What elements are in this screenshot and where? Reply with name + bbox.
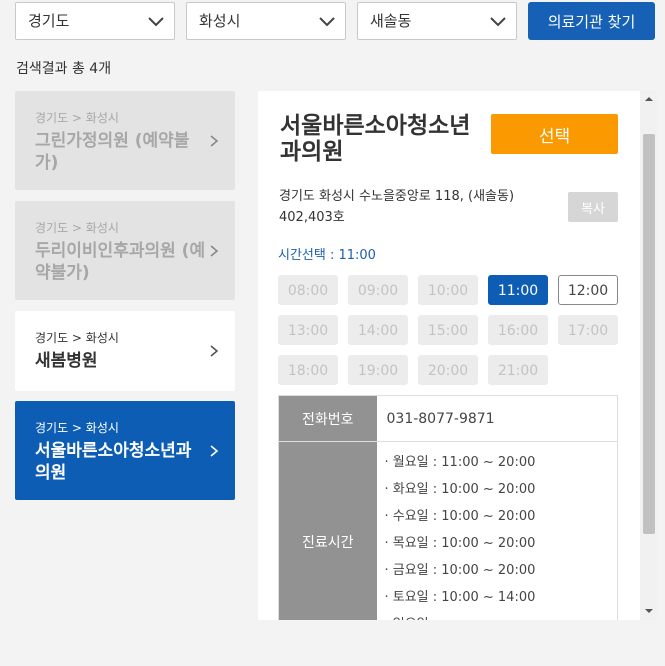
hours-item: · 월요일 : 11:00 ~ 20:00 bbox=[384, 455, 536, 470]
hours-item: · 일요일 bbox=[385, 614, 618, 620]
hours-list: · 월요일 : 11:00 ~ 20:00 · 화요일 : 10:00 ~ 20:… bbox=[377, 442, 618, 620]
clinic-region: 경기도 > 화성시 bbox=[35, 111, 119, 125]
hours-item: · 목요일 : 10:00 ~ 20:00 bbox=[384, 536, 536, 551]
clinic-name: 그린가정의원 (예약불가) bbox=[35, 131, 190, 173]
find-clinic-button[interactable]: 의료기관 찾기 bbox=[528, 2, 655, 40]
time-selection-label: 시간선택 : 11:00 bbox=[278, 248, 376, 263]
clinic-name: 새봄병원 bbox=[35, 351, 98, 371]
clinic-detail-panel: 서울바른소아청소년과의원 선택 경기도 화성시 수노을중앙로 118, (새솔동… bbox=[258, 91, 640, 620]
hours-item: · 금요일 : 10:00 ~ 20:00 bbox=[384, 563, 536, 578]
city-value: 화성시 bbox=[199, 12, 241, 30]
time-slot[interactable]: 08:00 bbox=[278, 275, 338, 305]
time-slot[interactable]: 14:00 bbox=[348, 315, 408, 345]
clinic-name: 두리이비인후과의원 (예약불가) bbox=[35, 241, 206, 283]
district-value: 새솔동 bbox=[370, 12, 412, 30]
clinic-name: 서울바른소아청소년과의원 bbox=[35, 441, 192, 483]
clinic-card[interactable]: 경기도 > 화성시서울바른소아청소년과의원 bbox=[15, 401, 235, 500]
chevron-down-icon bbox=[490, 17, 506, 27]
scroll-up-icon[interactable] bbox=[643, 94, 655, 104]
time-slot[interactable]: 12:00 bbox=[558, 275, 618, 305]
chevron-down-icon bbox=[319, 17, 335, 27]
time-slot[interactable]: 16:00 bbox=[488, 315, 548, 345]
clinic-region: 경기도 > 화성시 bbox=[35, 421, 119, 435]
phone-value: 031-8077-9871 bbox=[376, 395, 618, 442]
result-count: 검색결과 총 4개 bbox=[16, 61, 112, 77]
chevron-down-icon bbox=[148, 17, 164, 27]
clinic-region: 경기도 > 화성시 bbox=[35, 331, 119, 345]
select-clinic-button[interactable]: 선택 bbox=[491, 114, 618, 154]
time-slot[interactable]: 11:00 bbox=[488, 275, 548, 305]
clinic-card[interactable]: 경기도 > 화성시두리이비인후과의원 (예약불가) bbox=[15, 201, 235, 300]
time-slot[interactable]: 19:00 bbox=[348, 355, 408, 385]
phone-label: 전화번호 bbox=[278, 395, 377, 442]
scrollbar-thumb[interactable] bbox=[643, 134, 655, 534]
hours-item: · 토요일 : 10:00 ~ 14:00 bbox=[384, 590, 536, 605]
city-select[interactable]: 화성시 bbox=[186, 2, 346, 40]
time-slot[interactable]: 17:00 bbox=[558, 315, 618, 345]
clinic-title: 서울바른소아청소년과의원 bbox=[280, 113, 471, 165]
copy-address-button[interactable]: 복사 bbox=[568, 192, 618, 222]
time-slot[interactable]: 13:00 bbox=[278, 315, 338, 345]
clinic-region: 경기도 > 화성시 bbox=[35, 221, 119, 235]
time-slot[interactable]: 15:00 bbox=[418, 315, 478, 345]
hours-item: · 화요일 : 10:00 ~ 20:00 bbox=[384, 482, 536, 497]
time-slot[interactable]: 09:00 bbox=[348, 275, 408, 305]
chevron-right-icon bbox=[210, 244, 219, 257]
district-select[interactable]: 새솔동 bbox=[357, 2, 517, 40]
scroll-down-icon[interactable] bbox=[643, 606, 655, 616]
province-select[interactable]: 경기도 bbox=[15, 2, 175, 40]
clinic-address: 경기도 화성시 수노을중앙로 118, (새솔동) 402,403호 bbox=[279, 189, 515, 225]
chevron-right-icon bbox=[210, 345, 219, 357]
time-slot[interactable]: 21:00 bbox=[488, 355, 548, 385]
chevron-right-icon bbox=[210, 134, 219, 147]
chevron-right-icon bbox=[210, 444, 219, 457]
time-slot[interactable]: 18:00 bbox=[278, 355, 338, 385]
time-slot[interactable]: 10:00 bbox=[418, 275, 478, 305]
clinic-info-table: 전화번호 031-8077-9871 진료시간 · 월요일 : 11:00 ~ … bbox=[278, 395, 618, 620]
clinic-card[interactable]: 경기도 > 화성시그린가정의원 (예약불가) bbox=[15, 91, 235, 190]
province-value: 경기도 bbox=[28, 12, 70, 30]
clinic-card[interactable]: 경기도 > 화성시새봄병원 bbox=[15, 311, 235, 391]
time-slot[interactable]: 20:00 bbox=[418, 355, 478, 385]
hours-label: 진료시간 bbox=[278, 441, 377, 620]
hours-item: · 수요일 : 10:00 ~ 20:00 bbox=[384, 509, 536, 524]
